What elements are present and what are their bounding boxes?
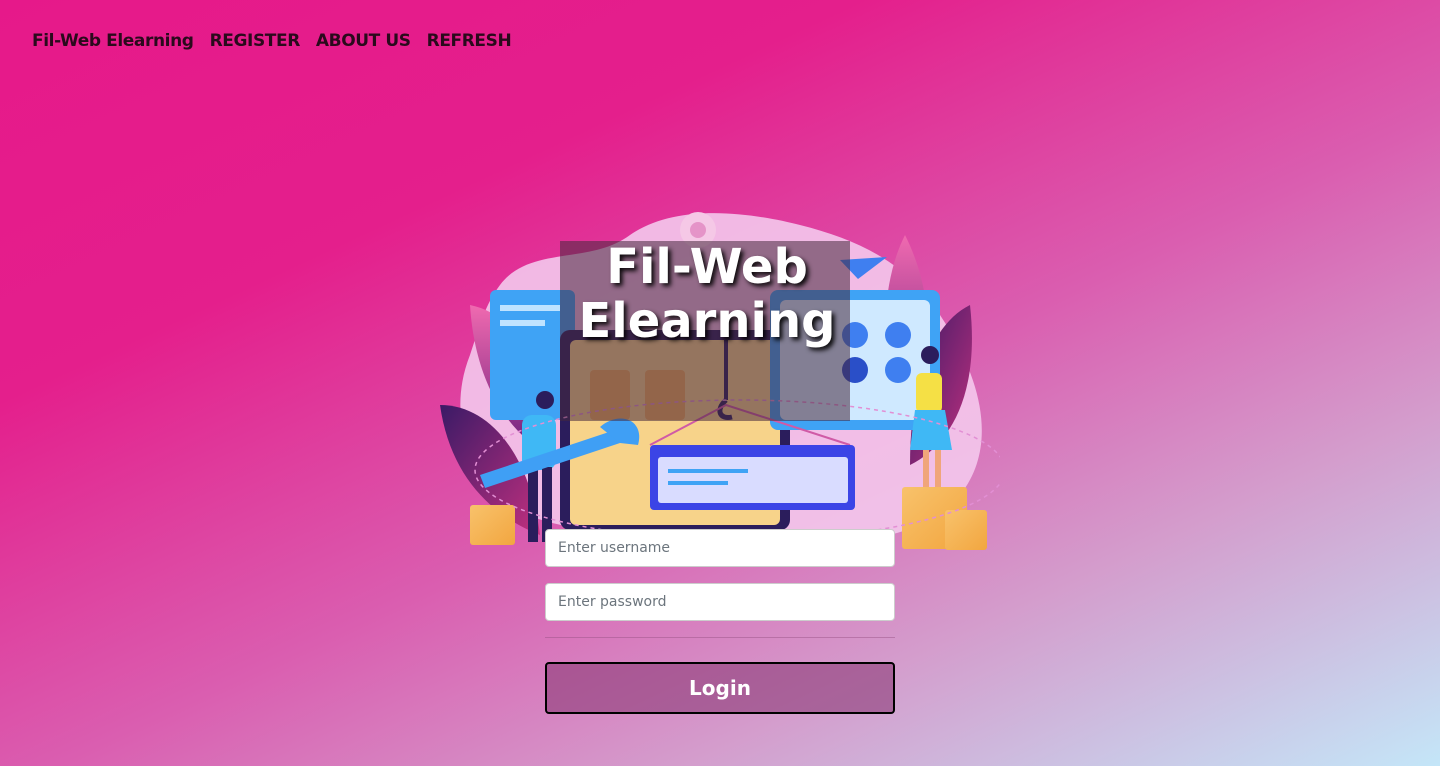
nav-item-register[interactable]: REGISTER: [210, 30, 301, 52]
top-nav: Fil-Web Elearning REGISTER ABOUT US REFR…: [32, 30, 512, 52]
page-title: Fil-Web Elearning: [578, 239, 836, 349]
nav-item-about-us[interactable]: ABOUT US: [316, 30, 411, 52]
login-button[interactable]: Login: [545, 662, 895, 714]
nav-item-refresh[interactable]: REFRESH: [427, 30, 512, 52]
divider: [545, 637, 895, 638]
password-input[interactable]: [545, 583, 895, 621]
username-input[interactable]: [545, 529, 895, 567]
brand-link[interactable]: Fil-Web Elearning: [32, 30, 194, 52]
